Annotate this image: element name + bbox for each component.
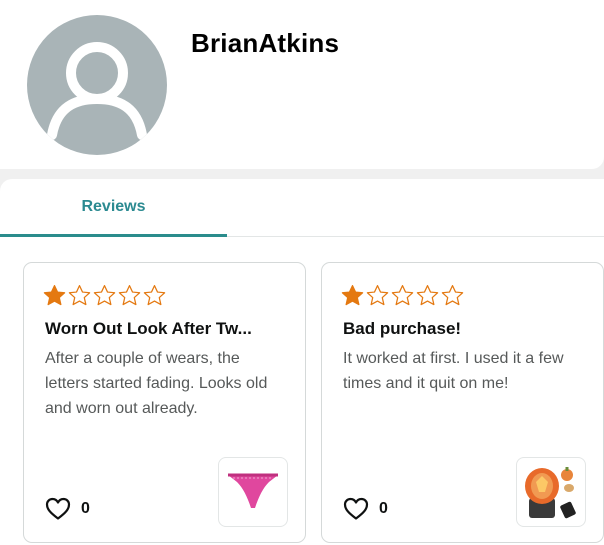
review-body: After a couple of wears, the letters sta… (45, 350, 268, 417)
star-empty-icon (441, 284, 464, 306)
pink-thong-product-image (228, 473, 278, 508)
heart-icon[interactable] (343, 497, 369, 521)
star-rating (340, 283, 465, 309)
tab-bar: Reviews (0, 179, 604, 237)
product-thumbnail[interactable] (516, 457, 586, 527)
tab-reviews[interactable]: Reviews (0, 179, 227, 237)
like-count: 0 (379, 500, 388, 517)
profile-username: BrianAtkins (191, 28, 340, 58)
helpful-button[interactable]: 0 (45, 495, 90, 523)
star-rating (42, 283, 167, 309)
star-filled-icon (341, 284, 364, 306)
helpful-button[interactable]: 0 (343, 495, 388, 523)
review-card[interactable]: Worn Out Look After Tw... After a couple… (23, 262, 306, 543)
like-count: 0 (81, 500, 90, 517)
review-body: It worked at first. I used it a few time… (343, 350, 564, 392)
heart-icon[interactable] (45, 497, 71, 521)
star-empty-icon (416, 284, 439, 306)
orange-pumpkin-lamp-product-image (525, 467, 576, 519)
review-card[interactable]: Bad purchase! It worked at first. I used… (321, 262, 604, 543)
star-empty-icon (366, 284, 389, 306)
avatar (27, 15, 167, 155)
star-empty-icon (391, 284, 414, 306)
profile-header: BrianAtkins (0, 0, 604, 169)
review-title[interactable]: Bad purchase! (343, 319, 583, 339)
star-empty-icon (118, 284, 141, 306)
star-empty-icon (143, 284, 166, 306)
star-empty-icon (68, 284, 91, 306)
star-empty-icon (93, 284, 116, 306)
review-title[interactable]: Worn Out Look After Tw... (45, 319, 285, 339)
star-filled-icon (43, 284, 66, 306)
product-thumbnail[interactable] (218, 457, 288, 527)
default-user-icon (47, 42, 147, 140)
